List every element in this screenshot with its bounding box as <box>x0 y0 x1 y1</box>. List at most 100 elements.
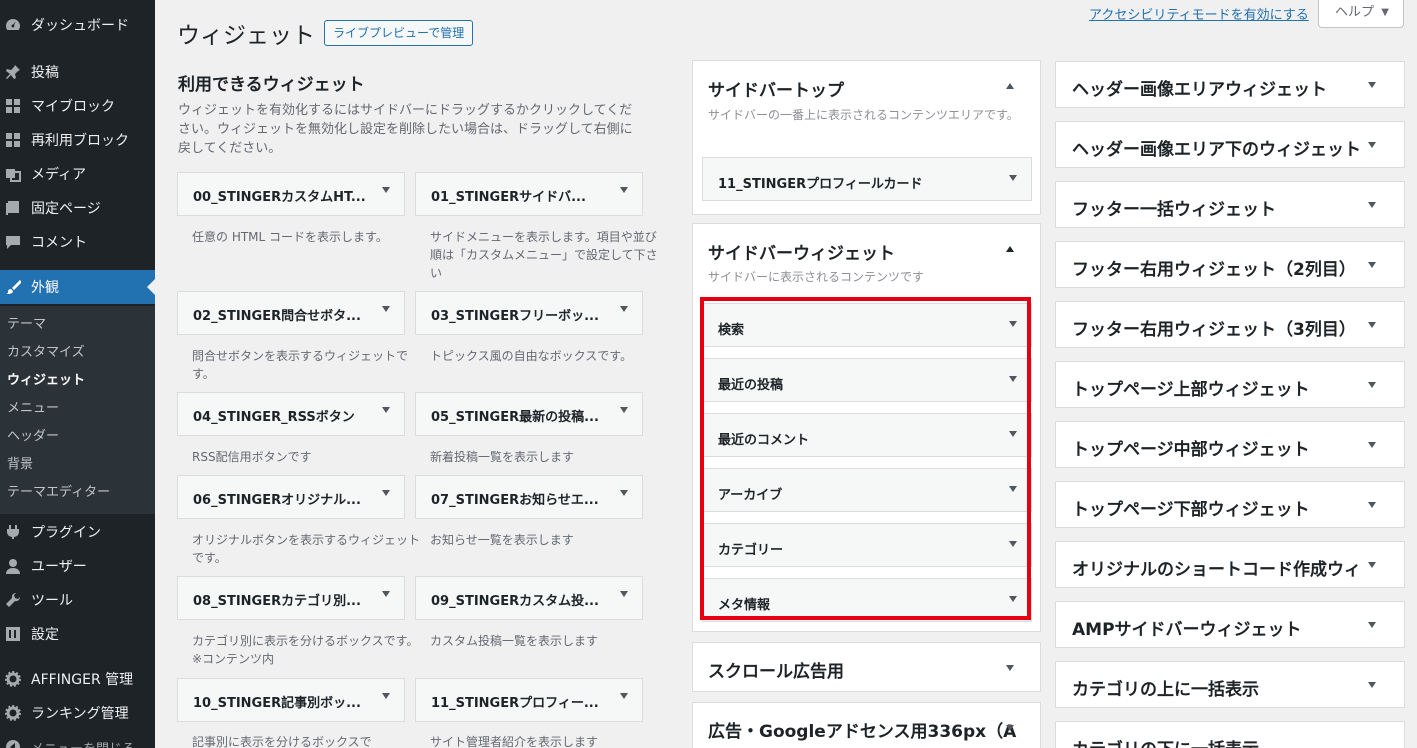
widget-title: 03_STINGERフリーボッ... <box>431 309 599 324</box>
submenu-item-customize[interactable]: カスタマイズ <box>7 343 85 363</box>
caret-down-icon[interactable] <box>1006 665 1014 671</box>
caret-down-icon[interactable] <box>382 591 390 597</box>
caret-down-icon[interactable] <box>620 187 628 193</box>
sidebar-item-posts[interactable]: 投稿 <box>0 55 155 89</box>
caret-down-icon[interactable] <box>620 591 628 597</box>
settings-icon <box>5 626 21 642</box>
sidebar-item-reusable-blocks[interactable]: 再利用ブロック <box>0 123 155 157</box>
available-widget[interactable]: 02_STINGER問合せボタ... <box>177 291 405 335</box>
sidebar-item-affinger[interactable]: AFFINGER 管理 <box>0 662 155 696</box>
widget-area-adsense[interactable]: 広告・Googleアドセンス用336px（A <box>692 702 1041 748</box>
caret-down-icon[interactable] <box>1368 142 1376 148</box>
available-widget[interactable]: 00_STINGERカスタムHT... <box>177 172 405 216</box>
caret-down-icon[interactable] <box>620 693 628 699</box>
sidebar-item-label: メディア <box>31 167 87 183</box>
area-title: ヘッダー画像エリア下のウィジェット <box>1072 140 1361 160</box>
widget-area-scroll-ad[interactable]: スクロール広告用 <box>692 642 1041 692</box>
caret-up-icon[interactable] <box>1006 83 1014 89</box>
caret-down-icon[interactable] <box>1368 622 1376 628</box>
sidebar-item-dashboard[interactable]: ダッシュボード <box>0 8 155 42</box>
sidebar-item-plugins[interactable]: プラグイン <box>0 515 155 549</box>
sidebar-item-comments[interactable]: コメント <box>0 225 155 259</box>
caret-down-icon[interactable] <box>1009 175 1017 181</box>
available-widget[interactable]: 09_STINGERカスタム投... <box>415 576 643 620</box>
widget-area-card[interactable]: フッター右用ウィジェット（3列目） <box>1055 301 1405 348</box>
widget-area-card[interactable]: AMPサイドバーウィジェット <box>1055 601 1405 648</box>
widget-description: 記事別に表示を分けるボックスで <box>192 735 372 748</box>
sidebar-item-ranking[interactable]: ランキング管理 <box>0 696 155 730</box>
grid-icon <box>5 132 21 148</box>
caret-down-icon[interactable] <box>1368 442 1376 448</box>
caret-down-icon[interactable] <box>382 490 390 496</box>
caret-down-icon[interactable] <box>1368 322 1376 328</box>
widget-area-card[interactable]: トップページ中部ウィジェット <box>1055 421 1405 468</box>
available-widget[interactable]: 06_STINGERオリジナル... <box>177 475 405 519</box>
available-widget[interactable]: 08_STINGERカテゴリ別... <box>177 576 405 620</box>
sidebar-item-myblocks[interactable]: マイブロック <box>0 89 155 123</box>
available-widget[interactable]: 05_STINGER最新の投稿... <box>415 392 643 436</box>
caret-down-icon[interactable] <box>1368 262 1376 268</box>
caret-down-icon[interactable] <box>1368 82 1376 88</box>
area-title: ヘッダー画像エリアウィジェット <box>1072 80 1327 100</box>
caret-down-icon[interactable] <box>1368 382 1376 388</box>
caret-down-icon[interactable] <box>382 187 390 193</box>
sidebar-item-label: 再利用ブロック <box>31 133 129 149</box>
dashboard-icon <box>5 17 21 33</box>
user-icon <box>5 558 21 574</box>
available-widget[interactable]: 10_STINGER記事別ボッ... <box>177 678 405 722</box>
widget-area-card[interactable]: カテゴリの下に一括表示 <box>1055 721 1405 748</box>
widget-description: サイドメニューを表示します。項目や並び順は「カスタムメニュー」で設定して下さい <box>430 230 658 280</box>
submenu-item-menus[interactable]: メニュー <box>7 399 59 419</box>
caret-down-icon[interactable] <box>620 407 628 413</box>
submenu-item-theme-editor[interactable]: テーマエディター <box>7 483 110 503</box>
submenu-item-header[interactable]: ヘッダー <box>7 427 59 447</box>
widget-area-card[interactable]: フッター右用ウィジェット（2列目） <box>1055 241 1405 288</box>
sidebar-item-appearance[interactable]: 外観 <box>0 270 155 304</box>
caret-down-icon[interactable] <box>1006 725 1014 731</box>
widget-title: 07_STINGERお知らせエ... <box>431 493 599 508</box>
available-widget[interactable]: 03_STINGERフリーボッ... <box>415 291 643 335</box>
caret-down-icon[interactable] <box>1368 682 1376 688</box>
accessibility-mode-link[interactable]: アクセシビリティモードを有効にする <box>1089 4 1309 23</box>
sidebar-item-settings[interactable]: 設定 <box>0 617 155 651</box>
widget-area-card[interactable]: トップページ下部ウィジェット <box>1055 481 1405 528</box>
sidebar-item-pages[interactable]: 固定ページ <box>0 191 155 225</box>
sidebar-item-label: ユーザー <box>31 559 87 575</box>
caret-down-icon[interactable] <box>1368 562 1376 568</box>
caret-up-icon[interactable] <box>1006 246 1014 252</box>
sidebar-collapse[interactable]: メニューを閉じる <box>0 730 155 748</box>
widget-description: トピックス風の自由なボックスです。 <box>430 349 633 363</box>
area-title: 広告・Googleアドセンス用336px（A <box>708 722 1017 742</box>
available-widget[interactable]: 07_STINGERお知らせエ... <box>415 475 643 519</box>
widget-area-card[interactable]: ヘッダー画像エリア下のウィジェット <box>1055 121 1405 168</box>
placed-widget[interactable]: 11_STINGERプロフィールカード <box>702 157 1032 201</box>
caret-down-icon[interactable] <box>382 306 390 312</box>
widget-area-card[interactable]: ヘッダー画像エリアウィジェット <box>1055 61 1405 108</box>
caret-down-icon[interactable] <box>382 693 390 699</box>
available-widget[interactable]: 11_STINGERプロフィー... <box>415 678 643 722</box>
caret-down-icon[interactable] <box>1368 202 1376 208</box>
brush-icon <box>5 279 21 295</box>
help-button[interactable]: ヘルプ ▼ <box>1318 0 1404 28</box>
sidebar-item-media[interactable]: メディア <box>0 157 155 191</box>
page-title: ウィジェット <box>177 23 315 49</box>
sidebar-item-users[interactable]: ユーザー <box>0 549 155 583</box>
submenu-item-background[interactable]: 背景 <box>7 455 33 475</box>
available-widget[interactable]: 04_STINGER_RSSボタン <box>177 392 405 436</box>
submenu-item-widgets[interactable]: ウィジェット <box>7 371 85 391</box>
live-preview-button[interactable]: ライブプレビューで管理 <box>324 20 474 46</box>
caret-down-icon[interactable] <box>620 490 628 496</box>
widget-area-sidebar-top[interactable]: サイドバートップ サイドバーの一番上に表示されるコンテンツエリアです。 11_S… <box>692 60 1041 215</box>
widget-title: 00_STINGERカスタムHT... <box>193 190 366 205</box>
caret-down-icon[interactable] <box>620 306 628 312</box>
plugin-icon <box>5 524 21 540</box>
caret-down-icon[interactable] <box>382 407 390 413</box>
submenu-item-themes[interactable]: テーマ <box>7 315 46 335</box>
caret-down-icon[interactable] <box>1368 502 1376 508</box>
widget-area-card[interactable]: オリジナルのショートコード作成ウィ <box>1055 541 1405 588</box>
available-widget[interactable]: 01_STINGERサイドバ... <box>415 172 643 216</box>
widget-area-card[interactable]: カテゴリの上に一括表示 <box>1055 661 1405 708</box>
widget-area-card[interactable]: トップページ上部ウィジェット <box>1055 361 1405 408</box>
sidebar-item-tools[interactable]: ツール <box>0 583 155 617</box>
widget-area-card[interactable]: フッター一括ウィジェット <box>1055 181 1405 228</box>
